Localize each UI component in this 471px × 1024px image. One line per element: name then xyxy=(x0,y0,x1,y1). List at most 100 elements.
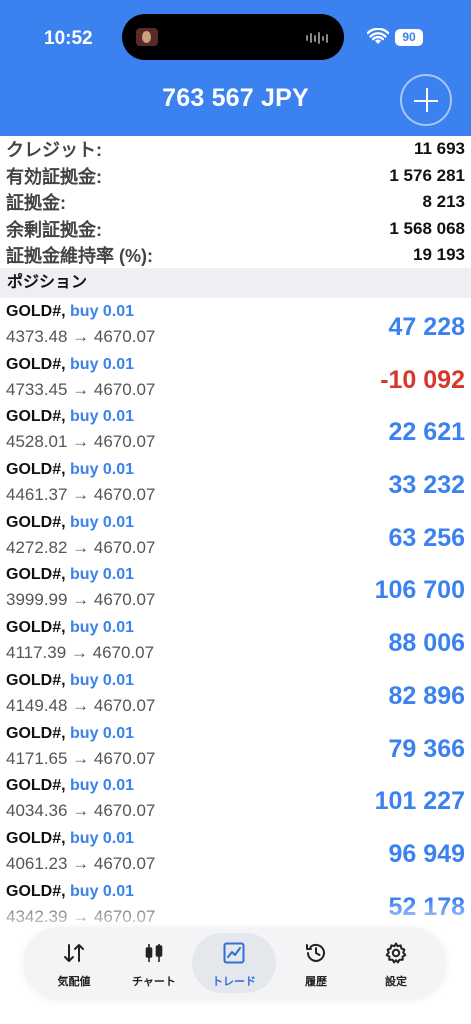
position-symbol: GOLD#, xyxy=(6,777,66,795)
summary-label: 証拠金維持率 (%): xyxy=(6,246,153,267)
position-row[interactable]: GOLD#, buy 0.01 4171.65 → 4670.07 79 366 xyxy=(0,721,471,774)
position-prices: 4528.01 → 4670.07 xyxy=(6,432,156,452)
dynamic-island xyxy=(122,14,344,60)
position-prices: 4171.65 → 4670.07 xyxy=(6,748,156,768)
position-symbol-line: GOLD#, buy 0.01 xyxy=(6,777,134,795)
position-symbol: GOLD#, xyxy=(6,671,66,689)
summary-row-margin-level: 証拠金維持率 (%): 19 193 xyxy=(0,242,471,269)
tab-label: 設定 xyxy=(385,976,407,988)
position-symbol-line: GOLD#, buy 0.01 xyxy=(6,356,134,374)
media-thumbnail-icon xyxy=(136,28,158,46)
position-row[interactable]: GOLD#, buy 0.01 3999.99 → 4670.07 106 700 xyxy=(0,562,471,615)
summary-value: 8 213 xyxy=(422,192,465,212)
position-row[interactable]: GOLD#, buy 0.01 4272.82 → 4670.07 63 256 xyxy=(0,510,471,563)
position-row[interactable]: GOLD#, buy 0.01 4061.23 → 4670.07 96 949 xyxy=(0,826,471,879)
tab-bar: 気配値 チャート トレード 履歴 設定 xyxy=(24,927,446,999)
position-prices: 4461.37 → 4670.07 xyxy=(6,485,156,505)
position-prices: 4117.39 → 4670.07 xyxy=(6,643,155,663)
position-profit: 96 949 xyxy=(388,839,465,868)
position-row[interactable]: GOLD#, buy 0.01 4461.37 → 4670.07 33 232 xyxy=(0,457,471,510)
position-side-volume: buy 0.01 xyxy=(70,303,135,320)
battery-indicator: 90 xyxy=(395,29,423,46)
tab-chart[interactable]: チャート xyxy=(112,933,196,993)
summary-row-margin: 証拠金: 8 213 xyxy=(0,189,471,216)
position-prices: 4149.48 → 4670.07 xyxy=(6,695,156,715)
tab-label: チャート xyxy=(132,976,176,988)
position-symbol: GOLD#, xyxy=(6,461,66,479)
position-symbol-line: GOLD#, buy 0.01 xyxy=(6,883,134,901)
position-profit: 101 227 xyxy=(374,787,465,816)
summary-row-credit: クレジット: 11 693 xyxy=(0,136,471,163)
position-symbol: GOLD#, xyxy=(6,303,66,320)
position-profit: 82 896 xyxy=(388,681,465,710)
position-symbol: GOLD#, xyxy=(6,619,66,637)
audio-waveform-icon xyxy=(306,32,328,44)
position-row[interactable]: GOLD#, buy 0.01 4149.48 → 4670.07 82 896 xyxy=(0,668,471,721)
position-symbol-line: GOLD#, buy 0.01 xyxy=(6,619,134,637)
tab-label: 気配値 xyxy=(57,976,91,988)
tab-label: 履歴 xyxy=(305,976,327,988)
position-row[interactable]: GOLD#, buy 0.01 4034.36 → 4670.07 101 227 xyxy=(0,773,471,826)
tab-settings[interactable]: 設定 xyxy=(354,933,438,993)
tab-trade[interactable]: トレード xyxy=(192,933,276,993)
settings-gear-icon xyxy=(385,942,407,964)
position-symbol-line: GOLD#, buy 0.01 xyxy=(6,830,134,848)
position-side-volume: buy 0.01 xyxy=(70,619,135,637)
summary-label: 有効証拠金: xyxy=(6,166,102,187)
quotes-arrows-icon xyxy=(64,944,84,962)
tab-label: トレード xyxy=(212,976,256,988)
position-side-volume: buy 0.01 xyxy=(70,777,135,795)
position-symbol: GOLD#, xyxy=(6,513,66,531)
position-prices: 4733.45 → 4670.07 xyxy=(6,379,156,399)
summary-value: 19 193 xyxy=(413,245,465,265)
summary-label: クレジット: xyxy=(6,140,102,161)
position-prices: 4061.23 → 4670.07 xyxy=(6,853,156,873)
position-prices: 4272.82 → 4670.07 xyxy=(6,537,156,557)
position-profit: 79 366 xyxy=(388,734,465,763)
position-side-volume: buy 0.01 xyxy=(70,829,135,847)
position-profit: 47 228 xyxy=(388,313,465,341)
candlestick-chart-icon xyxy=(145,944,163,962)
position-symbol-line: GOLD#, buy 0.01 xyxy=(6,672,134,690)
position-row[interactable]: GOLD#, buy 0.01 4373.48 → 4670.07 47 228 xyxy=(0,299,471,352)
status-time: 10:52 xyxy=(44,28,93,49)
app-header: 10:52 90 763 567 JPY xyxy=(0,0,471,136)
position-side-volume: buy 0.01 xyxy=(70,566,135,584)
position-profit: -10 092 xyxy=(380,365,465,394)
position-symbol-line: GOLD#, buy 0.01 xyxy=(6,461,134,479)
account-summary: クレジット: 11 693 有効証拠金: 1 576 281 証拠金: 8 21… xyxy=(0,136,471,269)
position-row[interactable]: GOLD#, buy 0.01 4528.01 → 4670.07 22 621 xyxy=(0,404,471,457)
position-symbol-line: GOLD#, buy 0.01 xyxy=(6,725,134,743)
tab-quotes[interactable]: 気配値 xyxy=(32,933,116,993)
wifi-icon xyxy=(367,28,389,44)
position-side-volume: buy 0.01 xyxy=(70,724,135,742)
position-side-volume: buy 0.01 xyxy=(70,882,135,900)
summary-label: 余剰証拠金: xyxy=(6,219,102,240)
position-profit: 22 621 xyxy=(388,418,465,447)
summary-value: 11 693 xyxy=(413,139,465,159)
position-side-volume: buy 0.01 xyxy=(70,461,135,479)
position-prices: 4373.48 → 4670.07 xyxy=(6,327,156,346)
position-symbol: GOLD#, xyxy=(6,566,66,584)
position-side-volume: buy 0.01 xyxy=(70,355,135,373)
position-side-volume: buy 0.01 xyxy=(70,513,135,531)
position-row[interactable]: GOLD#, buy 0.01 4117.39 → 4670.07 88 006 xyxy=(0,615,471,668)
position-row[interactable]: GOLD#, buy 0.01 4733.45 → 4670.07 -10 092 xyxy=(0,352,471,405)
position-symbol: GOLD#, xyxy=(6,408,66,426)
position-symbol: GOLD#, xyxy=(6,724,66,742)
summary-value: 1 568 068 xyxy=(389,218,465,238)
positions-section-title: ポジション xyxy=(0,268,471,298)
summary-row-free-margin: 余剰証拠金: 1 568 068 xyxy=(0,216,471,243)
position-profit: 106 700 xyxy=(374,576,465,605)
trade-chart-icon xyxy=(223,942,245,964)
position-profit: 33 232 xyxy=(388,471,465,500)
plus-icon[interactable] xyxy=(400,74,452,126)
tab-history[interactable]: 履歴 xyxy=(274,933,358,993)
history-clock-icon xyxy=(306,943,325,962)
position-prices: 3999.99 → 4670.07 xyxy=(6,590,156,610)
position-profit: 63 256 xyxy=(388,523,465,552)
summary-label: 証拠金: xyxy=(6,193,66,214)
position-symbol-line: GOLD#, buy 0.01 xyxy=(6,303,134,321)
position-symbol-line: GOLD#, buy 0.01 xyxy=(6,408,134,426)
position-symbol: GOLD#, xyxy=(6,829,66,847)
